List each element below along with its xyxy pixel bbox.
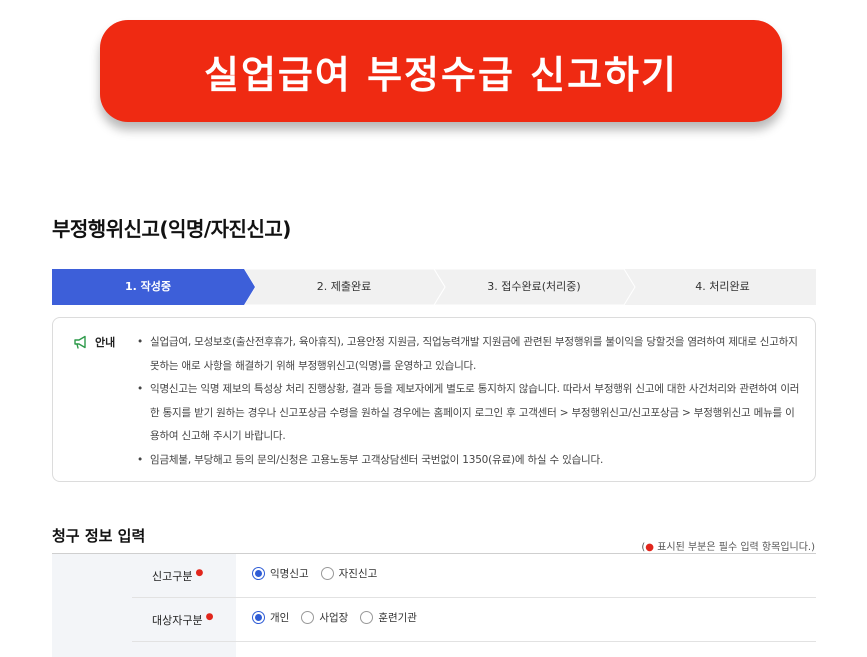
radio-label: 익명신고 [270,568,309,580]
page-title: 부정행위신고(익명/자진신고) [52,217,291,241]
megaphone-icon [74,335,86,349]
notice-item: 익명신고는 익명 제보의 특성상 처리 진행상황, 결과 등을 제보자에게 별도… [137,378,801,449]
target-type-options: 개인 사업장 훈련기관 [252,610,429,625]
radio-label: 개인 [270,612,290,624]
banner-title: 실업급여 부정수급 신고하기 [204,52,678,97]
radio-self-report[interactable]: 자진신고 [320,566,378,581]
radio-button[interactable] [320,567,334,580]
field-label-cell [132,642,236,657]
notice-header: 안내 [73,334,115,350]
step-2: 2. 제출완료 [316,280,372,293]
required-mark: ● [205,612,214,622]
form-row-target-type: 대상자구분 ● 개인 사업장 훈련기관 [132,598,816,642]
promo-banner: 실업급여 부정수급 신고하기 [100,20,782,122]
required-dot-icon: ● [645,542,655,553]
step-1: 1. 작성중 [124,280,172,293]
required-mark: ● [195,568,204,578]
radio-workplace[interactable]: 사업장 [301,610,348,625]
notice-list: 실업급여, 모성보호(출산전후휴가, 육아휴직), 고용안정 지원금, 직업능력… [137,331,801,472]
field-label-cell: 신고구분 ● [132,554,236,597]
claim-form: 신고구분 ● 익명신고 자진신고 대상자구분 ● 개인 사업장 훈련기관 [52,553,816,657]
required-note-text: 표시된 부분은 필수 입력 항목입니다.) [657,542,815,553]
radio-label: 사업장 [319,612,349,624]
progress-steps: 1. 작성중 2. 제출완료 3. 접수완료(처리중) 4. 처리완료 [52,269,816,305]
notice-item: 실업급여, 모성보호(출산전후휴가, 육아휴직), 고용안정 지원금, 직업능력… [137,331,801,378]
field-label: 신고구분 [152,570,193,583]
form-side-panel [52,554,132,657]
radio-anonymous-report[interactable]: 익명신고 [252,566,309,581]
field-label: 대상자구분 [152,614,203,627]
radio-button[interactable] [301,611,315,624]
notice-box: 안내 실업급여, 모성보호(출산전후휴가, 육아휴직), 고용안정 지원금, 직… [52,317,816,482]
radio-label: 자진신고 [338,568,378,580]
form-row-next [132,642,816,657]
notice-label: 안내 [95,336,116,349]
radio-button-checked[interactable] [252,611,265,624]
step-4: 4. 처리완료 [695,280,750,293]
radio-button[interactable] [360,611,374,624]
form-row-report-type: 신고구분 ● 익명신고 자진신고 [132,554,816,598]
radio-button-checked[interactable] [252,567,265,580]
radio-label: 훈련기관 [378,612,417,624]
field-label-cell: 대상자구분 ● [132,598,236,641]
radio-training-institution[interactable]: 훈련기관 [360,610,417,625]
report-type-options: 익명신고 자진신고 [252,566,389,581]
step-3: 3. 접수완료(처리중) [487,280,581,293]
section-title: 청구 정보 입력 [52,527,146,545]
radio-individual[interactable]: 개인 [252,610,289,625]
notice-item: 임금체불, 부당해고 등의 문의/신청은 고용노동부 고객상담센터 국번없이 1… [137,449,801,473]
required-note: (● 표시된 부분은 필수 입력 항목입니다.) [641,538,815,553]
